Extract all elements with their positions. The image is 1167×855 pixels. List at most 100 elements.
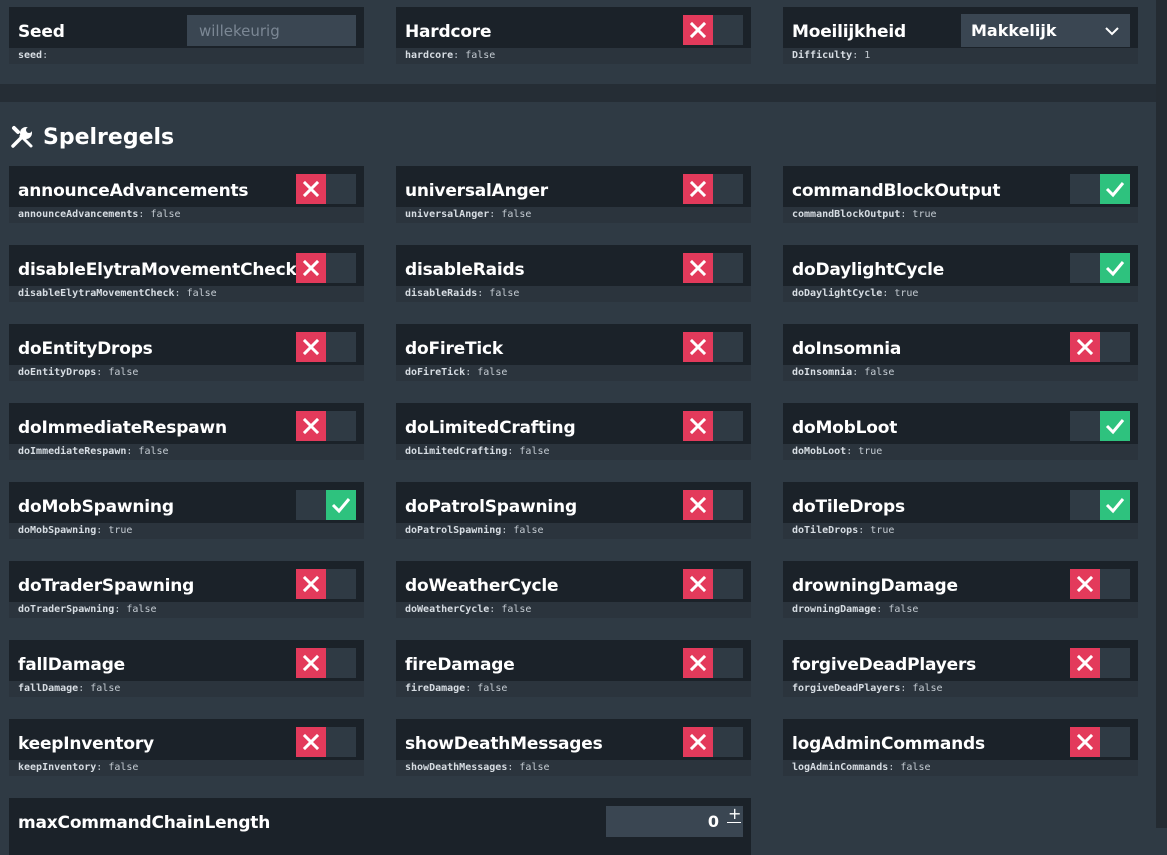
gamerule-toggle-fireDamage[interactable] <box>683 648 743 678</box>
gamerule-card-keepInventory: keepInventory keepInventory: false <box>9 719 364 776</box>
gamerule-card-drowningDamage: drowningDamage drowningDamage: false <box>783 561 1138 618</box>
gamerule-toggle-doEntityDrops[interactable] <box>296 332 356 362</box>
maxcommandchainlength-input[interactable]: 0 + <box>606 806 743 837</box>
gamerule-label: doEntityDrops <box>18 339 153 359</box>
gamerule-toggle-doMobSpawning[interactable] <box>296 490 356 520</box>
gamerule-label: keepInventory <box>18 734 154 754</box>
plus-icon: + <box>728 804 742 823</box>
x-icon <box>296 727 326 757</box>
x-icon <box>683 490 713 520</box>
gamerule-label: fallDamage <box>18 655 125 675</box>
wrench-screwdriver-icon <box>11 126 33 148</box>
hardcore-toggle[interactable] <box>683 15 743 45</box>
gamerule-toggle-logAdminCommands[interactable] <box>1070 727 1130 757</box>
gamerule-label: doLimitedCrafting <box>405 418 576 438</box>
gamerule-footer: showDeathMessages: false <box>396 760 751 776</box>
gamerule-toggle-showDeathMessages[interactable] <box>683 727 743 757</box>
gamerule-footer: disableRaids: false <box>396 286 751 302</box>
x-icon <box>296 174 326 204</box>
increment-stepper[interactable]: + <box>725 806 743 837</box>
gamerule-toggle-doFireTick[interactable] <box>683 332 743 362</box>
gamerule-toggle-doMobLoot[interactable] <box>1070 411 1130 441</box>
gamerule-toggle-announceAdvancements[interactable] <box>296 174 356 204</box>
x-icon <box>296 648 326 678</box>
gamerule-footer: universalAnger: false <box>396 207 751 223</box>
difficulty-select[interactable]: Makkelijk <box>961 14 1130 47</box>
gamerule-label: fireDamage <box>405 655 515 675</box>
hardcore-card: Hardcore hardcore: false <box>396 7 751 64</box>
seed-label: Seed <box>18 22 65 42</box>
x-icon <box>683 174 713 204</box>
gamerule-card-doMobSpawning: doMobSpawning doMobSpawning: true <box>9 482 364 539</box>
x-icon <box>683 727 713 757</box>
seed-footer: seed: <box>9 48 364 64</box>
world-settings-bar: Seed seed: Hardcore hardcore: false Moei… <box>0 0 1156 84</box>
gamerule-toggle-forgiveDeadPlayers[interactable] <box>1070 648 1130 678</box>
check-icon <box>1100 253 1130 283</box>
gamerule-label: drowningDamage <box>792 576 958 596</box>
gamerule-footer: doInsomnia: false <box>783 365 1138 381</box>
seed-input[interactable] <box>187 15 356 46</box>
gamerule-footer: fallDamage: false <box>9 681 364 697</box>
gamerule-label: disableElytraMovementCheck <box>18 260 297 280</box>
gamerule-toggle-doPatrolSpawning[interactable] <box>683 490 743 520</box>
gamerule-footer: doTileDrops: true <box>783 523 1138 539</box>
section-title-text: Spelregels <box>43 124 175 150</box>
gamerule-toggle-doWeatherCycle[interactable] <box>683 569 743 599</box>
gamerule-footer: doDaylightCycle: true <box>783 286 1138 302</box>
gamerule-card-doTraderSpawning: doTraderSpawning doTraderSpawning: false <box>9 561 364 618</box>
hardcore-label: Hardcore <box>405 22 492 42</box>
gamerule-toggle-doTraderSpawning[interactable] <box>296 569 356 599</box>
difficulty-label: Moeilijkheid <box>792 22 906 42</box>
gamerule-toggle-disableElytraMovementCheck[interactable] <box>296 253 356 283</box>
gamerule-label: doImmediateRespawn <box>18 418 227 438</box>
maxcommandchainlength-value: 0 <box>707 812 719 831</box>
gamerule-card-logAdminCommands: logAdminCommands logAdminCommands: false <box>783 719 1138 776</box>
gamerule-label: commandBlockOutput <box>792 181 1001 201</box>
gamerule-card-doDaylightCycle: doDaylightCycle doDaylightCycle: true <box>783 245 1138 302</box>
gamerule-toggle-fallDamage[interactable] <box>296 648 356 678</box>
gamerule-label: doDaylightCycle <box>792 260 945 280</box>
section-divider <box>0 84 1156 102</box>
scrollbar-track[interactable] <box>1156 0 1167 828</box>
gamerule-footer: doTraderSpawning: false <box>9 602 364 618</box>
gamerule-footer: doMobLoot: true <box>783 444 1138 460</box>
gamerule-toggle-doImmediateRespawn[interactable] <box>296 411 356 441</box>
gamerule-card-disableRaids: disableRaids disableRaids: false <box>396 245 751 302</box>
x-icon <box>683 253 713 283</box>
seed-card: Seed seed: <box>9 7 364 64</box>
x-icon <box>296 411 326 441</box>
gamerule-toggle-commandBlockOutput[interactable] <box>1070 174 1130 204</box>
gamerule-toggle-keepInventory[interactable] <box>296 727 356 757</box>
stepper-divider <box>727 822 741 823</box>
gamerule-card-forgiveDeadPlayers: forgiveDeadPlayers forgiveDeadPlayers: fa… <box>783 640 1138 697</box>
gamerule-footer: fireDamage: false <box>396 681 751 697</box>
gamerule-label: doWeatherCycle <box>405 576 559 596</box>
check-icon <box>326 490 356 520</box>
gamerule-footer: forgiveDeadPlayers: false <box>783 681 1138 697</box>
gamerule-label: announceAdvancements <box>18 181 249 201</box>
gamerule-label: showDeathMessages <box>405 734 603 754</box>
gamerule-card-doTileDrops: doTileDrops doTileDrops: true <box>783 482 1138 539</box>
gamerule-toggle-disableRaids[interactable] <box>683 253 743 283</box>
gamerule-toggle-drowningDamage[interactable] <box>1070 569 1130 599</box>
gamerule-card-doEntityDrops: doEntityDrops doEntityDrops: false <box>9 324 364 381</box>
gamerule-label: doTraderSpawning <box>18 576 195 596</box>
gamerule-card-doImmediateRespawn: doImmediateRespawn doImmediateRespawn: fa… <box>9 403 364 460</box>
gamerule-toggle-doDaylightCycle[interactable] <box>1070 253 1130 283</box>
hardcore-footer: hardcore: false <box>396 48 751 64</box>
gamerule-toggle-universalAnger[interactable] <box>683 174 743 204</box>
gamerules-section: Spelregels announceAdvancements announceA… <box>0 102 1156 855</box>
gamerule-card-fireDamage: fireDamage fireDamage: false <box>396 640 751 697</box>
gamerule-card-showDeathMessages: showDeathMessages showDeathMessages: fals… <box>396 719 751 776</box>
gamerule-card-universalAnger: universalAnger universalAnger: false <box>396 166 751 223</box>
x-icon <box>1070 648 1100 678</box>
x-icon <box>296 332 326 362</box>
gamerule-label: doTileDrops <box>792 497 905 517</box>
gamerule-footer: doEntityDrops: false <box>9 365 364 381</box>
gamerule-toggle-doInsomnia[interactable] <box>1070 332 1130 362</box>
x-icon <box>1070 332 1100 362</box>
gamerule-toggle-doLimitedCrafting[interactable] <box>683 411 743 441</box>
gamerule-toggle-doTileDrops[interactable] <box>1070 490 1130 520</box>
maxcommandchainlength-label: maxCommandChainLength <box>18 813 271 833</box>
